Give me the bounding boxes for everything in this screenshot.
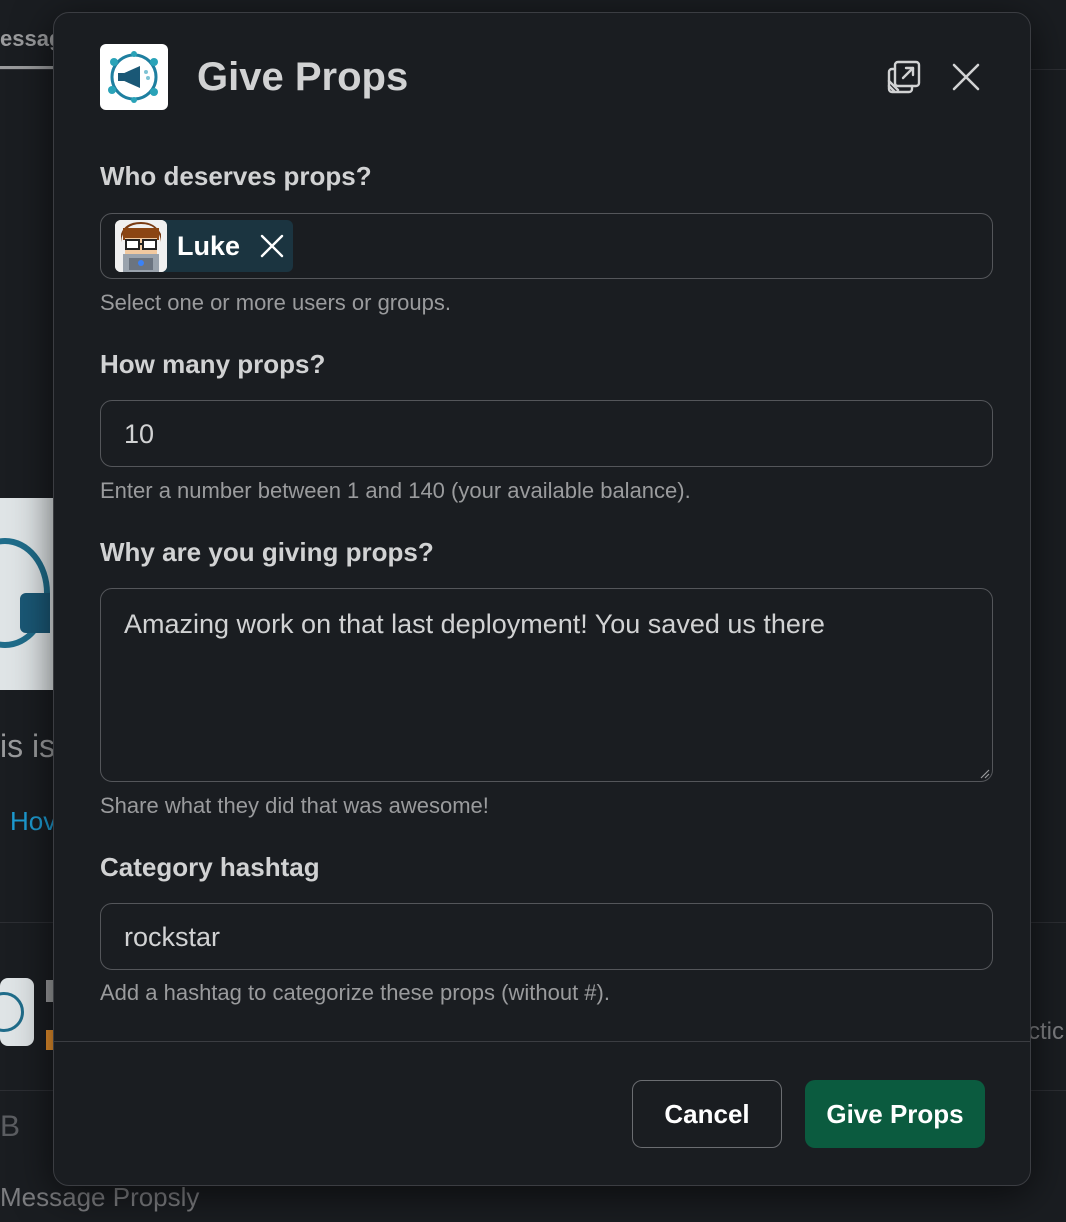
hashtag-input[interactable]: rockstar bbox=[100, 903, 993, 970]
footer-divider bbox=[54, 1041, 1030, 1042]
hashtag-value: rockstar bbox=[124, 922, 221, 952]
chip-label: Luke bbox=[177, 230, 241, 261]
hashtag-label: Category hashtag bbox=[100, 852, 320, 882]
give-props-button[interactable]: Give Props bbox=[805, 1080, 985, 1148]
background-message-text: is is bbox=[0, 728, 56, 764]
app-banner-image bbox=[0, 498, 60, 690]
app-avatar bbox=[0, 978, 34, 1046]
reason-hint: Share what they did that was awesome! bbox=[100, 793, 489, 818]
close-icon[interactable] bbox=[946, 57, 986, 97]
amount-label: How many props? bbox=[100, 349, 326, 379]
reason-label: Why are you giving props? bbox=[100, 537, 434, 567]
cancel-button[interactable]: Cancel bbox=[632, 1080, 782, 1148]
resize-handle-icon[interactable] bbox=[980, 769, 990, 779]
recipients-select[interactable]: Luke bbox=[100, 213, 993, 279]
background-text-fragment: ctic bbox=[1028, 1018, 1064, 1045]
message-composer[interactable]: Message Propsly bbox=[0, 1182, 199, 1213]
recipients-hint: Select one or more users or groups. bbox=[100, 290, 451, 315]
modal-title: Give Props bbox=[197, 55, 409, 99]
reason-value: Amazing work on that last deployment! Yo… bbox=[124, 609, 825, 639]
user-chip[interactable]: Luke bbox=[115, 220, 293, 272]
avatar bbox=[115, 220, 167, 272]
megaphone-network-icon bbox=[100, 44, 168, 110]
amount-value: 10 bbox=[124, 419, 155, 449]
recipients-label: Who deserves props? bbox=[100, 161, 372, 191]
amount-input[interactable]: 10 bbox=[100, 400, 993, 467]
remove-icon[interactable] bbox=[258, 232, 286, 260]
hashtag-hint: Add a hashtag to categorize these props … bbox=[100, 980, 610, 1005]
give-props-modal: Give Props Who deserves props? Luke Sele… bbox=[53, 12, 1031, 1186]
background-letter: B bbox=[0, 1110, 21, 1143]
amount-hint: Enter a number between 1 and 140 (your a… bbox=[100, 478, 691, 503]
background-link[interactable]: Hov bbox=[10, 806, 56, 837]
pop-out-window-icon[interactable] bbox=[884, 57, 924, 97]
reason-textarea[interactable]: Amazing work on that last deployment! Yo… bbox=[100, 588, 993, 782]
